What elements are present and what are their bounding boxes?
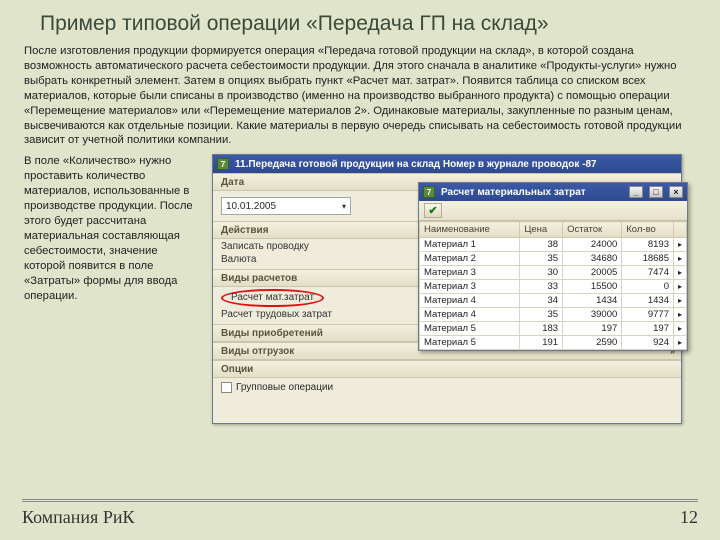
main-window-title: 11.Передача готовой продукции на склад Н…: [235, 159, 597, 170]
table-row[interactable]: Материал 138240008193▸: [420, 238, 687, 252]
row-expand-icon[interactable]: ▸: [673, 280, 686, 294]
dropdown-icon[interactable]: ▾: [342, 202, 346, 211]
confirm-button[interactable]: ✔: [424, 203, 442, 218]
row-expand-icon[interactable]: ▸: [673, 336, 686, 350]
row-expand-icon[interactable]: ▸: [673, 322, 686, 336]
table-row[interactable]: Материал 435390009777▸: [420, 308, 687, 322]
close-button[interactable]: ×: [669, 186, 683, 198]
main-titlebar: 7 11.Передача готовой продукции на склад…: [213, 155, 681, 173]
app-icon: 7: [423, 186, 435, 198]
row-expand-icon[interactable]: ▸: [673, 252, 686, 266]
materials-table: Наименование Цена Остаток Кол-во Материа…: [419, 221, 687, 350]
child-titlebar: 7 Расчет материальных затрат _ □ ×: [419, 183, 687, 201]
section-options-header[interactable]: Опции: [213, 360, 681, 378]
table-row[interactable]: Материал 330200057474▸: [420, 266, 687, 280]
date-value: 10.01.2005: [226, 201, 276, 212]
table-row[interactable]: Материал 2353468018685▸: [420, 252, 687, 266]
footer-rule: [22, 501, 698, 502]
table-row[interactable]: Материал 333155000▸: [420, 280, 687, 294]
col-balance[interactable]: Остаток: [563, 222, 622, 238]
child-window-title: Расчет материальных затрат: [441, 187, 586, 198]
group-ops-label: Групповые операции: [236, 382, 333, 393]
footer-rule: [22, 499, 698, 500]
minimize-button[interactable]: _: [629, 186, 643, 198]
app-icon: 7: [217, 158, 229, 170]
col-arrow: [673, 222, 686, 238]
table-row[interactable]: Материал 43414341434▸: [420, 294, 687, 308]
intro-paragraph: После изготовления продукции формируется…: [24, 44, 696, 148]
row-expand-icon[interactable]: ▸: [673, 294, 686, 308]
row-expand-icon[interactable]: ▸: [673, 238, 686, 252]
table-row[interactable]: Материал 5183197197▸: [420, 322, 687, 336]
materials-window: 7 Расчет материальных затрат _ □ × ✔ Наи…: [418, 182, 688, 351]
footer-company: Компания РиК: [22, 507, 134, 528]
group-ops-checkbox[interactable]: [221, 382, 232, 393]
slide-title: Пример типовой операции «Передача ГП на …: [40, 12, 696, 36]
table-row[interactable]: Материал 51912590924▸: [420, 336, 687, 350]
side-paragraph: В поле «Количество» нужно проставить кол…: [24, 154, 202, 303]
maximize-button[interactable]: □: [649, 186, 663, 198]
date-input[interactable]: 10.01.2005 ▾: [221, 197, 351, 215]
col-name[interactable]: Наименование: [420, 222, 520, 238]
col-qty[interactable]: Кол-во: [622, 222, 674, 238]
col-price[interactable]: Цена: [520, 222, 563, 238]
footer-page-number: 12: [680, 507, 698, 528]
row-expand-icon[interactable]: ▸: [673, 308, 686, 322]
row-expand-icon[interactable]: ▸: [673, 266, 686, 280]
